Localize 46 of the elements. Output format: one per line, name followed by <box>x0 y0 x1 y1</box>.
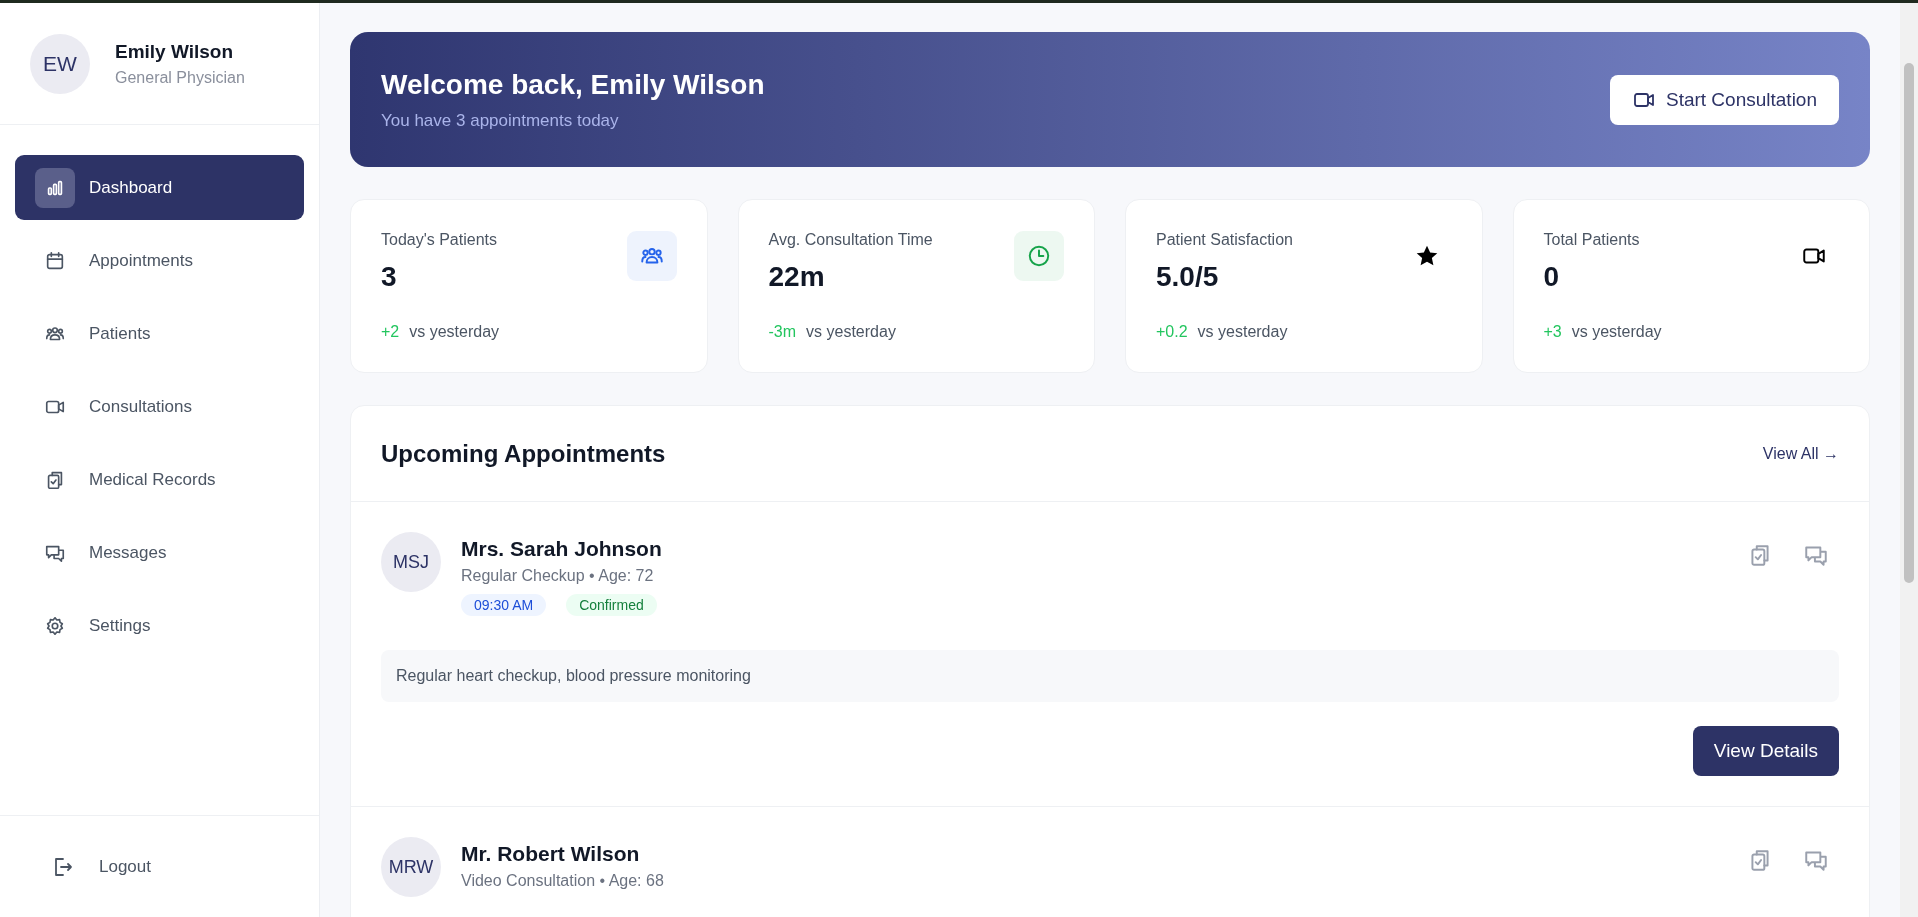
patient-name: Mrs. Sarah Johnson <box>461 537 663 561</box>
appointment-detail: Regular Checkup • Age: 72 <box>461 567 655 585</box>
avatar: EW <box>30 33 90 94</box>
stat-change: +0.2 <box>1156 323 1188 341</box>
nav-item[interactable]: Dashboard <box>15 155 304 220</box>
stat-change: +2 <box>381 323 400 341</box>
welcome-title: Welcome back, Emily Wilson <box>381 68 765 101</box>
patient-avatar: MRW <box>381 837 441 897</box>
start-consultation-button[interactable]: Start Consultation <box>1609 74 1839 125</box>
scrollbar[interactable] <box>1900 3 1918 917</box>
clock-icon <box>1026 243 1052 269</box>
calendar-icon <box>44 249 66 272</box>
stat-note: vs yesterday <box>806 323 896 341</box>
panel-title: Upcoming Appointments <box>381 439 666 468</box>
gear-icon <box>44 614 66 637</box>
stat-value: 22m <box>768 261 826 293</box>
user-name: Emily Wilson <box>115 40 235 63</box>
user-role: General Physician <box>115 68 245 87</box>
logout-button[interactable]: Logout <box>50 854 151 879</box>
appointment-note: Regular heart checkup, blood pressure monitoring <box>381 650 1839 702</box>
nav-item[interactable]: Patients <box>15 301 304 366</box>
stat-label: Total Patients <box>1543 231 1640 249</box>
stat-value: 0 <box>1543 261 1561 293</box>
welcome-subtitle: You have 3 appointments today <box>381 110 620 131</box>
stat-label: Today's Patients <box>381 231 497 249</box>
nav-item[interactable]: Messages <box>15 520 304 585</box>
stat-change: -3m <box>768 323 797 341</box>
stat-note: vs yesterday <box>1571 323 1662 341</box>
nav-item[interactable]: Appointments <box>15 228 304 293</box>
stat-change: +3 <box>1543 323 1562 341</box>
nav-item[interactable]: Settings <box>15 593 304 658</box>
nav-item[interactable]: Medical Records <box>15 447 304 512</box>
stat-label: Avg. Consultation Time <box>768 231 933 249</box>
stat-note: vs yesterday <box>1197 323 1288 341</box>
stat-label: Patient Satisfaction <box>1156 231 1293 249</box>
patient-avatar: MSJ <box>381 532 441 592</box>
time-tag: 09:30 AM <box>461 594 547 616</box>
nav-item[interactable]: Consultations <box>15 374 304 439</box>
status-tag: Confirmed <box>566 594 657 616</box>
view-details-button[interactable]: View Details <box>1692 726 1839 776</box>
view-all-link[interactable]: View All → <box>1762 444 1839 463</box>
stat-note: vs yesterday <box>409 323 500 341</box>
patient-name: Mr. Robert Wilson <box>461 842 641 866</box>
stat-value: 5.0/5 <box>1156 261 1220 293</box>
appointment-detail: Video Consultation • Age: 68 <box>461 872 665 890</box>
stat-value: 3 <box>381 261 398 293</box>
